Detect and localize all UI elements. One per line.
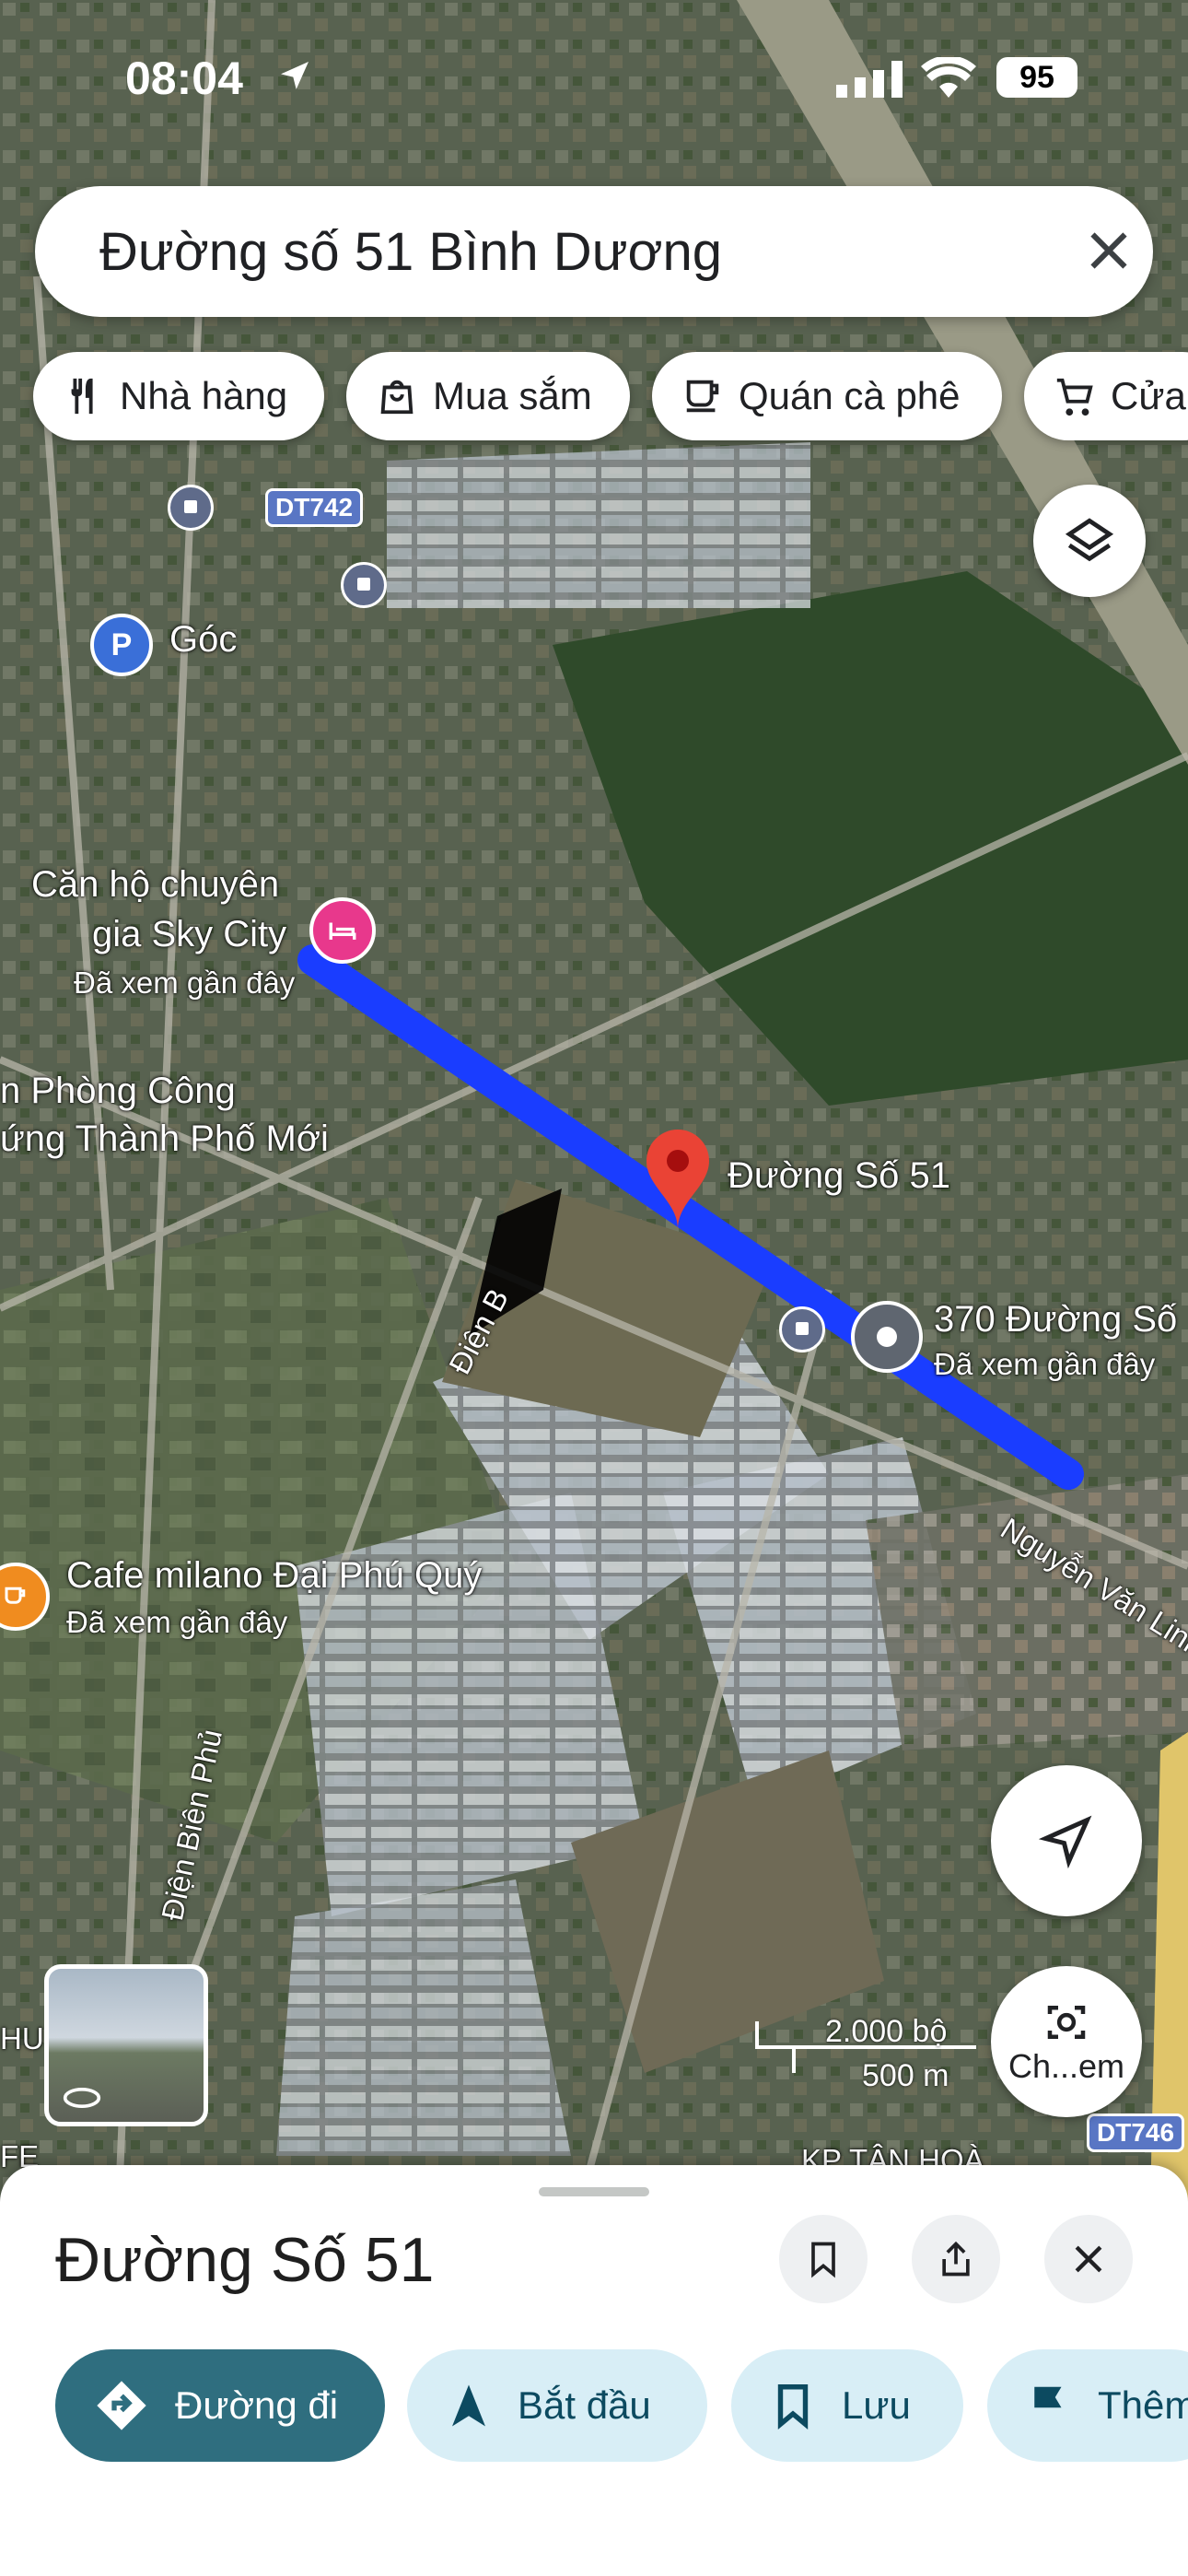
start-button[interactable]: Bắt đầu [407, 2349, 707, 2462]
parking-icon[interactable]: P [90, 614, 153, 676]
map-label-sky-city-2[interactable]: gia Sky City [92, 914, 286, 955]
bus-stop-icon[interactable] [779, 1306, 825, 1352]
clear-search-icon[interactable] [1081, 223, 1136, 278]
location-pin-icon[interactable] [643, 1128, 713, 1229]
chip-label: Quán cà phê [739, 374, 961, 417]
wifi-icon [921, 57, 976, 98]
bookmark-icon [811, 2242, 835, 2278]
cellular-signal-icon [836, 61, 903, 98]
scale-imperial: 2.000 bộ [825, 2014, 948, 2049]
bookmark-icon [777, 2384, 809, 2430]
flag-icon [1034, 2386, 1062, 2427]
category-chips: Nhà hàng Mua sắm Quán cà phê Cửa [0, 352, 1188, 444]
camera-icon [1047, 2006, 1086, 2039]
map-label-hu: HU [0, 2021, 44, 2055]
battery-indicator: 95 [996, 57, 1077, 98]
map-label-phong-cong-2[interactable]: ứng Thành Phố Mới [0, 1118, 329, 1160]
close-icon [1075, 2245, 1102, 2273]
map-label-goc[interactable]: Góc [169, 619, 237, 661]
map-label-duong-so-51[interactable]: Đường Số 51 [728, 1155, 950, 1197]
chip-label: Mua sắm [433, 374, 592, 417]
more-button[interactable]: Thêm [987, 2349, 1188, 2462]
road-shield-dt742: DT742 [265, 488, 364, 527]
save-action-button[interactable]: Lưu [731, 2349, 963, 2462]
chip-label: Nhà hàng [120, 374, 288, 417]
rotate-360-icon [63, 2088, 101, 2108]
navigation-arrow-icon [452, 2384, 485, 2427]
map-label-sky-city-sub: Đã xem gần đây [74, 966, 296, 1000]
hotel-icon[interactable] [309, 897, 376, 964]
share-button[interactable] [912, 2215, 1000, 2303]
status-time: 08:04 [125, 53, 243, 104]
status-bar: 08:04 95 [0, 52, 1188, 107]
street-view-thumbnail[interactable] [44, 1964, 208, 2126]
directions-button[interactable]: Đường đi [55, 2349, 385, 2462]
save-button[interactable] [779, 2215, 868, 2303]
coffee-cup-icon [686, 380, 719, 413]
chip-stores[interactable]: Cửa [1024, 352, 1188, 440]
chip-shopping[interactable]: Mua sắm [346, 352, 630, 440]
save-label: Lưu [842, 2383, 911, 2427]
shopping-bag-icon [380, 380, 413, 415]
map-label-cafe[interactable]: Cafe milano Đại Phú Quý [66, 1555, 482, 1597]
layers-icon [1065, 518, 1114, 562]
place-bottom-sheet[interactable]: Đường Số 51 Đường đi Bắt đầu Lưu Thêm [0, 2165, 1188, 2576]
chip-coffee[interactable]: Quán cà phê [652, 352, 1002, 440]
map-label-370-sub: Đã xem gần đây [934, 1347, 1156, 1381]
close-button[interactable] [1044, 2215, 1133, 2303]
map-label-sky-city-1[interactable]: Căn hộ chuyên [31, 864, 279, 906]
share-icon [942, 2241, 970, 2277]
scale-metric: 500 m [862, 2058, 949, 2093]
start-label: Bắt đầu [518, 2383, 651, 2427]
chip-label: Cửa [1111, 374, 1186, 417]
search-bar[interactable]: Đường số 51 Bình Dương [35, 186, 1153, 317]
cart-icon [1056, 378, 1093, 416]
saved-place-icon[interactable] [851, 1301, 923, 1373]
map-label-370[interactable]: 370 Đường Số [934, 1299, 1177, 1341]
layers-button[interactable] [1033, 485, 1146, 597]
location-arrow-icon [281, 62, 309, 89]
search-query[interactable]: Đường số 51 Bình Dương [99, 221, 722, 283]
more-label: Thêm [1098, 2383, 1188, 2427]
place-title: Đường Số 51 [55, 2225, 435, 2295]
map-label-cafe-sub: Đã xem gần đây [66, 1605, 288, 1639]
map-label-phong-cong-1[interactable]: n Phòng Công [0, 1071, 236, 1112]
bus-stop-icon[interactable] [341, 562, 387, 608]
fork-knife-icon [71, 378, 93, 415]
directions-icon [97, 2381, 146, 2430]
camera-search-button[interactable]: Ch...em [991, 1966, 1142, 2117]
bus-stop-icon[interactable] [168, 485, 214, 531]
camera-label: Ch...em [1007, 2047, 1125, 2085]
navigation-arrow-icon [1039, 1815, 1092, 1868]
my-location-button[interactable] [991, 1765, 1142, 1916]
chip-restaurants[interactable]: Nhà hàng [33, 352, 324, 440]
road-shield-dt746: DT746 [1087, 2113, 1185, 2152]
action-buttons: Đường đi Bắt đầu Lưu Thêm [0, 2349, 1188, 2464]
directions-label: Đường đi [175, 2383, 339, 2427]
drag-handle[interactable] [539, 2187, 649, 2196]
